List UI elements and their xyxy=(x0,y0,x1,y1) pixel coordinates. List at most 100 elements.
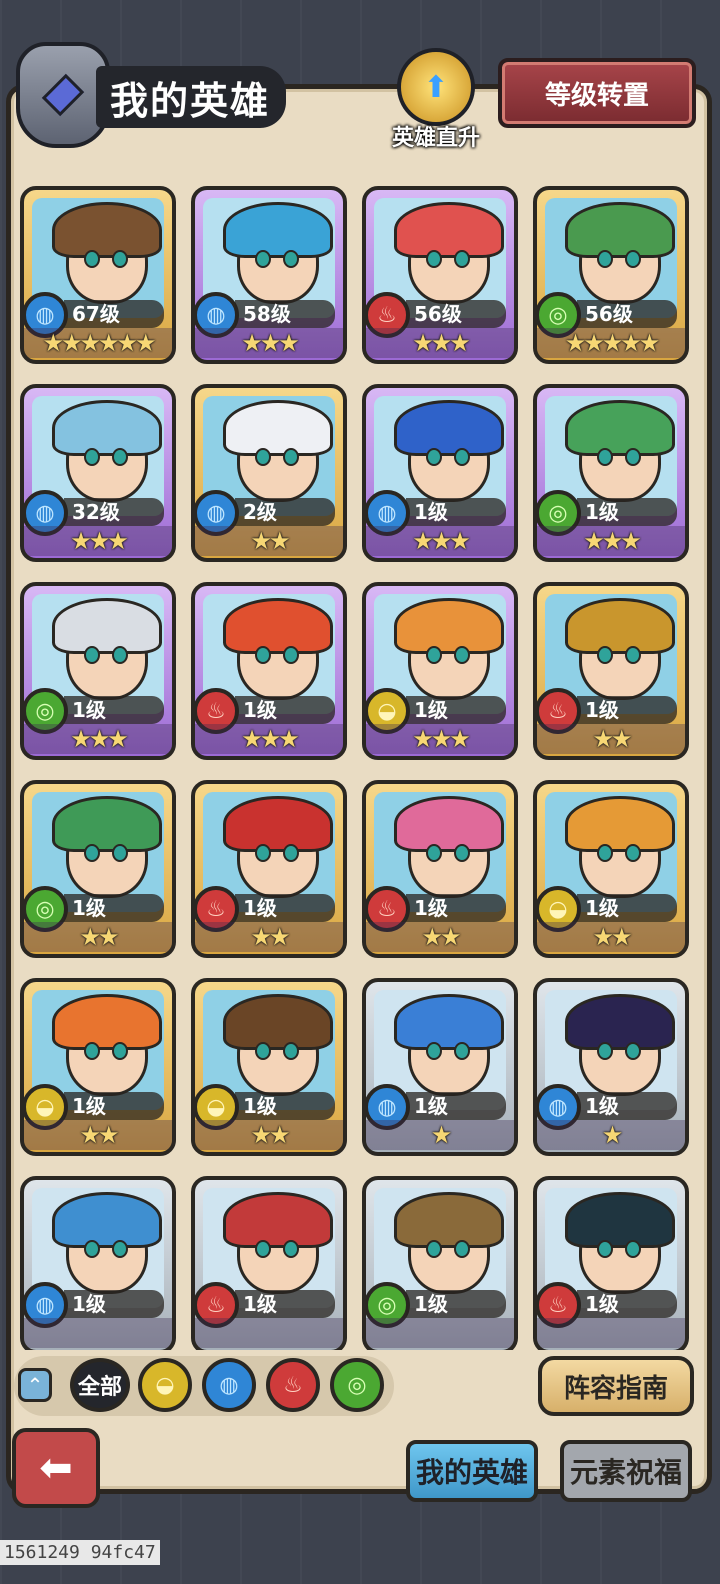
level-transfer-button[interactable]: 等级转置 xyxy=(498,58,696,128)
filter-wind-icon[interactable]: ◎ xyxy=(330,1358,384,1412)
hero-hair xyxy=(565,796,675,852)
hero-card[interactable]: ◎ 56级 ★★★★★ xyxy=(533,186,689,364)
hero-hair xyxy=(394,994,504,1050)
hero-eye xyxy=(454,646,470,664)
hero-stars xyxy=(195,1318,343,1348)
hero-level: 1级 xyxy=(577,1290,677,1318)
hero-eye xyxy=(283,448,299,466)
hero-card[interactable]: ◒ 1级 ★★ xyxy=(20,978,176,1156)
hero-hair xyxy=(394,400,504,456)
hero-card[interactable]: ◍ 1级 xyxy=(20,1176,176,1350)
hero-eye xyxy=(625,844,641,862)
hero-card[interactable]: ◎ 1级 ★★★ xyxy=(20,582,176,760)
page-title-plate: 我的英雄 xyxy=(96,66,286,128)
hero-eye xyxy=(597,1240,613,1258)
hero-stars: ★★ xyxy=(195,922,343,952)
hero-card[interactable]: ◒ 1级 ★★★ xyxy=(362,582,518,760)
hero-card[interactable]: ◍ 1级 ★★★ xyxy=(362,384,518,562)
hero-stars: ★★ xyxy=(366,922,514,952)
hero-level: 2级 xyxy=(235,498,335,526)
hero-hair xyxy=(565,202,675,258)
hero-stars: ★★★ xyxy=(195,724,343,754)
hero-stars: ★★ xyxy=(537,724,685,754)
tab-element-blessing[interactable]: 元素祝福 xyxy=(560,1440,692,1502)
hero-card[interactable]: ♨ 1级 ★★ xyxy=(362,780,518,958)
hero-eye xyxy=(283,844,299,862)
hero-card[interactable]: ♨ 1级 ★★ xyxy=(533,582,689,760)
hero-stars: ★★ xyxy=(195,1120,343,1150)
hero-stars: ★★ xyxy=(537,922,685,952)
hero-eye xyxy=(112,844,128,862)
hero-ascend-button[interactable]: ⬆ 英雄直升 xyxy=(388,48,484,151)
hero-eye xyxy=(84,1042,100,1060)
hero-level: 1级 xyxy=(406,498,506,526)
hero-hair xyxy=(52,796,162,852)
hero-card[interactable]: ◎ 1级 ★★★ xyxy=(533,384,689,562)
hero-stars: ★★★ xyxy=(366,328,514,358)
hero-card[interactable]: ♨ 56级 ★★★ xyxy=(362,186,518,364)
hero-level: 1级 xyxy=(235,1092,335,1120)
hero-eye xyxy=(283,646,299,664)
hero-eye xyxy=(255,448,271,466)
hero-card[interactable]: ◍ 67级 ★★★★★★ xyxy=(20,186,176,364)
hero-eye xyxy=(426,448,442,466)
hero-stars: ★★ xyxy=(195,526,343,556)
hero-stars: ★★★ xyxy=(366,526,514,556)
hero-eye xyxy=(454,1042,470,1060)
tab-my-heroes[interactable]: 我的英雄 xyxy=(406,1440,538,1502)
hero-card[interactable]: ♨ 1级 xyxy=(533,1176,689,1350)
hero-level: 1级 xyxy=(577,498,677,526)
hero-eye xyxy=(454,448,470,466)
hero-card[interactable]: ◎ 1级 xyxy=(362,1176,518,1350)
hero-level: 1级 xyxy=(64,1092,164,1120)
hero-eye xyxy=(283,1042,299,1060)
filter-all-button[interactable]: 全部 xyxy=(70,1358,130,1412)
lineup-guide-button[interactable]: 阵容指南 xyxy=(538,1356,694,1416)
hero-eye xyxy=(255,844,271,862)
hero-hair xyxy=(394,1192,504,1248)
hero-card[interactable]: ◍ 2级 ★★ xyxy=(191,384,347,562)
hero-card[interactable]: ◒ 1级 ★★ xyxy=(533,780,689,958)
hero-hair xyxy=(565,400,675,456)
hero-ascend-label: 英雄直升 xyxy=(391,126,480,151)
ascend-arrow-icon: ⬆ xyxy=(397,48,475,126)
hero-card[interactable]: ◍ 1级 ★ xyxy=(533,978,689,1156)
hero-eye xyxy=(84,250,100,268)
filter-fire-icon[interactable]: ♨ xyxy=(266,1358,320,1412)
hero-card[interactable]: ◍ 32级 ★★★ xyxy=(20,384,176,562)
hero-level: 58级 xyxy=(235,300,335,328)
back-arrow-button[interactable]: ⬅ xyxy=(12,1428,100,1508)
hero-level: 1级 xyxy=(577,1092,677,1120)
filter-earth-icon[interactable]: ◒ xyxy=(138,1358,192,1412)
collapse-up-icon[interactable]: ⌃ xyxy=(18,1368,52,1402)
hero-card[interactable]: ◎ 1级 ★★ xyxy=(20,780,176,958)
hero-stars: ★★★ xyxy=(24,526,172,556)
hero-eye xyxy=(283,1240,299,1258)
hero-eye xyxy=(625,250,641,268)
hero-card[interactable]: ♨ 1级 ★★★ xyxy=(191,582,347,760)
hero-hair xyxy=(52,202,162,258)
hero-card[interactable]: ♨ 1级 xyxy=(191,1176,347,1350)
hero-hair xyxy=(394,598,504,654)
hero-eye xyxy=(112,646,128,664)
hero-hair xyxy=(52,1192,162,1248)
hero-card[interactable]: ◍ 1级 ★ xyxy=(362,978,518,1156)
hero-card[interactable]: ♨ 1级 ★★ xyxy=(191,780,347,958)
filter-water-icon[interactable]: ◍ xyxy=(202,1358,256,1412)
hero-eye xyxy=(255,1042,271,1060)
hero-eye xyxy=(112,1240,128,1258)
hero-stars: ★ xyxy=(366,1120,514,1150)
hero-card[interactable]: ◒ 1级 ★★ xyxy=(191,978,347,1156)
hero-stars: ★★★ xyxy=(24,724,172,754)
hero-eye xyxy=(255,646,271,664)
hero-hair xyxy=(223,1192,333,1248)
hero-grid: ◍ 67级 ★★★★★★ ◍ 58级 ★★★ ♨ 56级 ★★★ ◎ 56级 ★★★★★ ◍ 32级 ★★★… xyxy=(10,170,700,1350)
hero-level: 1级 xyxy=(235,894,335,922)
hero-level: 1级 xyxy=(64,1290,164,1318)
hero-level: 1级 xyxy=(406,1092,506,1120)
hero-hair xyxy=(52,994,162,1050)
hero-level: 1级 xyxy=(406,1290,506,1318)
hero-hair xyxy=(223,994,333,1050)
hero-card[interactable]: ◍ 58级 ★★★ xyxy=(191,186,347,364)
hero-eye xyxy=(112,1042,128,1060)
